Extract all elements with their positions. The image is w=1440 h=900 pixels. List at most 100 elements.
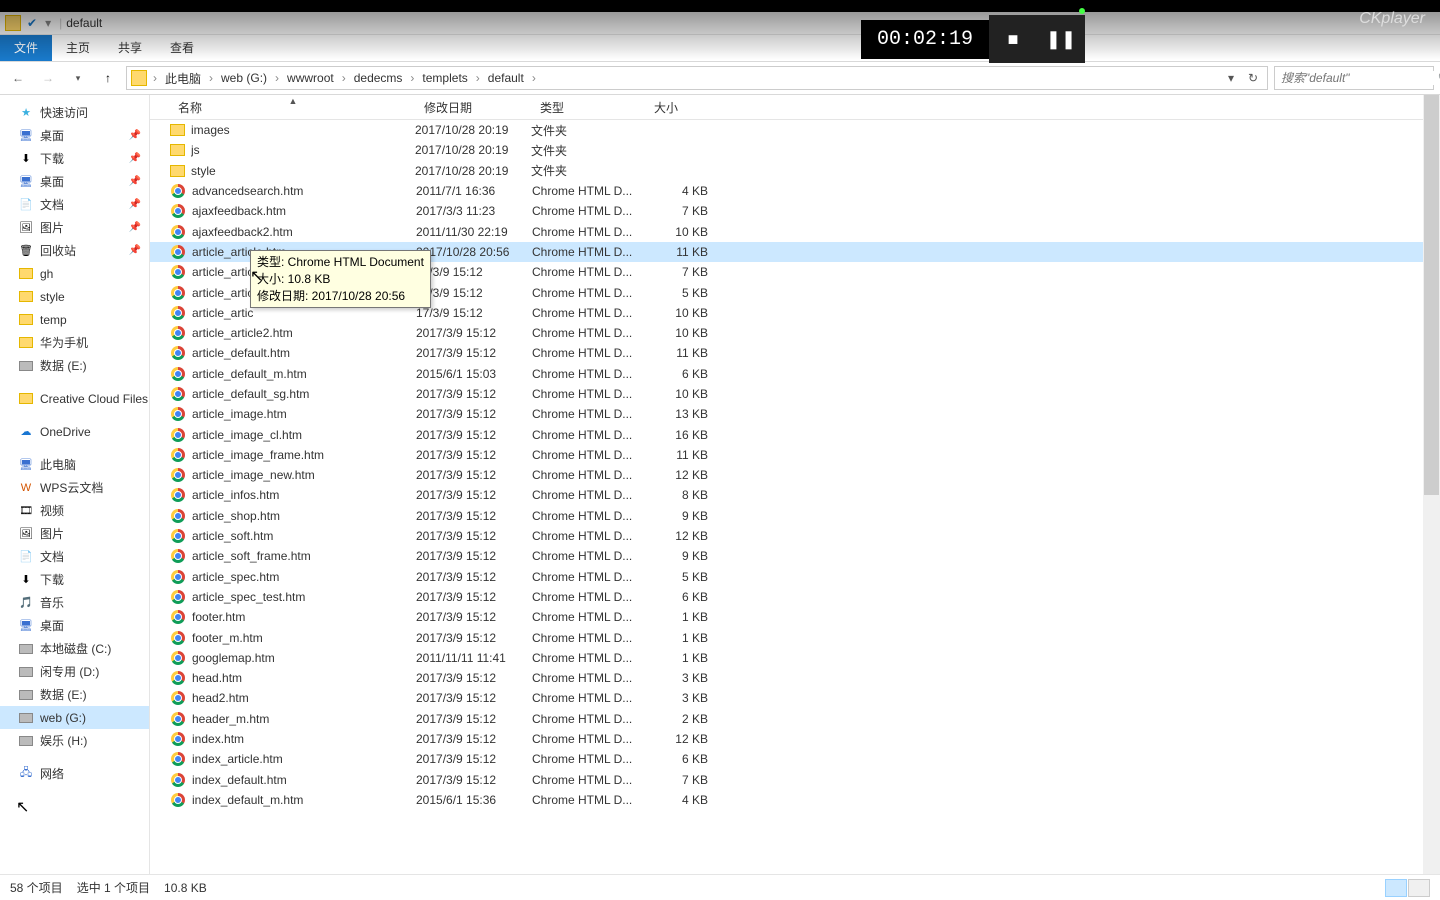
sidebar-documents2[interactable]: 📄文档	[0, 545, 149, 568]
sidebar-music[interactable]: 🎵音乐	[0, 591, 149, 614]
file-list[interactable]: images2017/10/28 20:19文件夹js2017/10/28 20…	[150, 120, 1440, 874]
crumb-wwwroot[interactable]: wwwroot	[285, 71, 336, 85]
search-box[interactable]: 🔍	[1274, 66, 1434, 90]
file-row[interactable]: article_spec_test.htm2017/3/9 15:12Chrom…	[150, 587, 1440, 607]
sidebar-wps[interactable]: WWPS云文档	[0, 476, 149, 499]
sidebar-desktop[interactable]: 🖥桌面📌	[0, 124, 149, 147]
sidebar-dataE[interactable]: 数据 (E:)	[0, 354, 149, 377]
sidebar-downloads[interactable]: ⬇下载📌	[0, 147, 149, 170]
sidebar-network[interactable]: 🖧网络	[0, 762, 149, 785]
sidebar-downloads2[interactable]: ⬇下载	[0, 568, 149, 591]
file-row[interactable]: article_soft.htm2017/3/9 15:12Chrome HTM…	[150, 526, 1440, 546]
vertical-scrollbar[interactable]	[1423, 95, 1440, 874]
sidebar-temp[interactable]: temp	[0, 308, 149, 331]
crumb-templets[interactable]: templets	[420, 71, 469, 85]
qat-save-icon[interactable]: ✔	[27, 16, 37, 30]
forward-button[interactable]: →	[36, 66, 60, 90]
crumb-default[interactable]: default	[486, 71, 526, 85]
file-size: 2 KB	[646, 712, 708, 726]
crumb-web[interactable]: web (G:)	[219, 71, 269, 85]
chevron-right-icon[interactable]: ›	[151, 71, 159, 85]
sidebar-hdrive[interactable]: 娱乐 (H:)	[0, 729, 149, 752]
sidebar-quick-access[interactable]: ★快速访问	[0, 101, 149, 124]
chevron-right-icon[interactable]: ›	[474, 71, 482, 85]
chevron-right-icon[interactable]: ›	[273, 71, 281, 85]
file-row[interactable]: ajaxfeedback2.htm2011/11/30 22:19Chrome …	[150, 221, 1440, 241]
header-type[interactable]: 类型	[532, 99, 646, 116]
stop-button[interactable]: ■	[989, 15, 1037, 63]
header-date[interactable]: 修改日期	[416, 99, 532, 116]
file-row[interactable]: js2017/10/28 20:19文件夹	[150, 140, 1440, 160]
file-row[interactable]: article_article2.htm2017/3/9 15:12Chrome…	[150, 323, 1440, 343]
file-row[interactable]: index_default_m.htm2015/6/1 15:36Chrome …	[150, 790, 1440, 810]
address-bar[interactable]: › 此电脑 › web (G:) › wwwroot › dedecms › t…	[126, 66, 1268, 90]
sidebar-desktop2[interactable]: 🖥桌面📌	[0, 170, 149, 193]
sidebar-ddrive[interactable]: 闲专用 (D:)	[0, 660, 149, 683]
file-row[interactable]: article_default_sg.htm2017/3/9 15:12Chro…	[150, 384, 1440, 404]
history-dropdown[interactable]: ▾	[1221, 68, 1241, 88]
sidebar-gdrive[interactable]: web (G:)	[0, 706, 149, 729]
chrome-icon	[170, 650, 186, 666]
chevron-right-icon[interactable]: ›	[207, 71, 215, 85]
tab-share[interactable]: 共享	[104, 35, 156, 61]
sidebar-videos[interactable]: 🎞视频	[0, 499, 149, 522]
pause-button[interactable]: ❚❚	[1037, 15, 1085, 63]
file-row[interactable]: article_spec.htm2017/3/9 15:12Chrome HTM…	[150, 567, 1440, 587]
crumb-dedecms[interactable]: dedecms	[352, 71, 405, 85]
sidebar-thispc[interactable]: 🖥此电脑	[0, 453, 149, 476]
qat-dropdown-icon[interactable]: ▾	[45, 16, 51, 30]
refresh-button[interactable]: ↻	[1243, 68, 1263, 88]
view-details-button[interactable]	[1385, 879, 1407, 897]
tab-file[interactable]: 文件	[0, 35, 52, 61]
file-row[interactable]: index_default.htm2017/3/9 15:12Chrome HT…	[150, 770, 1440, 790]
file-row[interactable]: article_infos.htm2017/3/9 15:12Chrome HT…	[150, 485, 1440, 505]
file-row[interactable]: ajaxfeedback.htm2017/3/3 11:23Chrome HTM…	[150, 201, 1440, 221]
sidebar-edrive[interactable]: 数据 (E:)	[0, 683, 149, 706]
chevron-right-icon[interactable]: ›	[408, 71, 416, 85]
tab-home[interactable]: 主页	[52, 35, 104, 61]
file-row[interactable]: article_image.htm2017/3/9 15:12Chrome HT…	[150, 404, 1440, 424]
file-row[interactable]: googlemap.htm2011/11/11 11:41Chrome HTML…	[150, 648, 1440, 668]
drive-icon	[19, 667, 33, 677]
file-row[interactable]: index_article.htm2017/3/9 15:12Chrome HT…	[150, 749, 1440, 769]
file-row[interactable]: advancedsearch.htm2011/7/1 16:36Chrome H…	[150, 181, 1440, 201]
sidebar-pictures2[interactable]: 🖼图片	[0, 522, 149, 545]
header-name[interactable]: ▲名称	[170, 99, 416, 116]
file-row[interactable]: article_image_new.htm2017/3/9 15:12Chrom…	[150, 465, 1440, 485]
file-row[interactable]: article_image_frame.htm2017/3/9 15:12Chr…	[150, 445, 1440, 465]
sidebar-pictures[interactable]: 🖼图片📌	[0, 216, 149, 239]
chevron-right-icon[interactable]: ›	[340, 71, 348, 85]
file-row[interactable]: header_m.htm2017/3/9 15:12Chrome HTML D.…	[150, 709, 1440, 729]
back-button[interactable]: ←	[6, 66, 30, 90]
recent-dropdown[interactable]: ▾	[66, 66, 90, 90]
sidebar-style[interactable]: style	[0, 285, 149, 308]
file-row[interactable]: article_shop.htm2017/3/9 15:12Chrome HTM…	[150, 506, 1440, 526]
sidebar-onedrive[interactable]: ☁OneDrive	[0, 420, 149, 443]
file-row[interactable]: article_default.htm2017/3/9 15:12Chrome …	[150, 343, 1440, 363]
sidebar-creative-cloud[interactable]: Creative Cloud Files	[0, 387, 149, 410]
file-row[interactable]: article_default_m.htm2015/6/1 15:03Chrom…	[150, 364, 1440, 384]
sidebar-documents[interactable]: 📄文档📌	[0, 193, 149, 216]
sidebar-desktop3[interactable]: 🖥桌面	[0, 614, 149, 637]
file-row[interactable]: footer.htm2017/3/9 15:12Chrome HTML D...…	[150, 607, 1440, 627]
file-row[interactable]: article_image_cl.htm2017/3/9 15:12Chrome…	[150, 424, 1440, 444]
header-size[interactable]: 大小	[646, 99, 716, 116]
file-row[interactable]: index.htm2017/3/9 15:12Chrome HTML D...1…	[150, 729, 1440, 749]
file-row[interactable]: article_soft_frame.htm2017/3/9 15:12Chro…	[150, 546, 1440, 566]
sidebar-recycle[interactable]: 🗑回收站📌	[0, 239, 149, 262]
up-button[interactable]: ↑	[96, 66, 120, 90]
sidebar-huawei[interactable]: 华为手机	[0, 331, 149, 354]
crumb-thispc[interactable]: 此电脑	[163, 70, 203, 87]
sidebar-gh[interactable]: gh	[0, 262, 149, 285]
chevron-right-icon[interactable]: ›	[530, 71, 538, 85]
view-icons-button[interactable]	[1408, 879, 1430, 897]
tab-view[interactable]: 查看	[156, 35, 208, 61]
sidebar-cdrive[interactable]: 本地磁盘 (C:)	[0, 637, 149, 660]
file-row[interactable]: head.htm2017/3/9 15:12Chrome HTML D...3 …	[150, 668, 1440, 688]
search-input[interactable]	[1281, 71, 1438, 85]
file-row[interactable]: head2.htm2017/3/9 15:12Chrome HTML D...3…	[150, 688, 1440, 708]
scrollbar-thumb[interactable]	[1424, 95, 1439, 495]
file-row[interactable]: style2017/10/28 20:19文件夹	[150, 161, 1440, 181]
file-row[interactable]: footer_m.htm2017/3/9 15:12Chrome HTML D.…	[150, 627, 1440, 647]
file-row[interactable]: images2017/10/28 20:19文件夹	[150, 120, 1440, 140]
